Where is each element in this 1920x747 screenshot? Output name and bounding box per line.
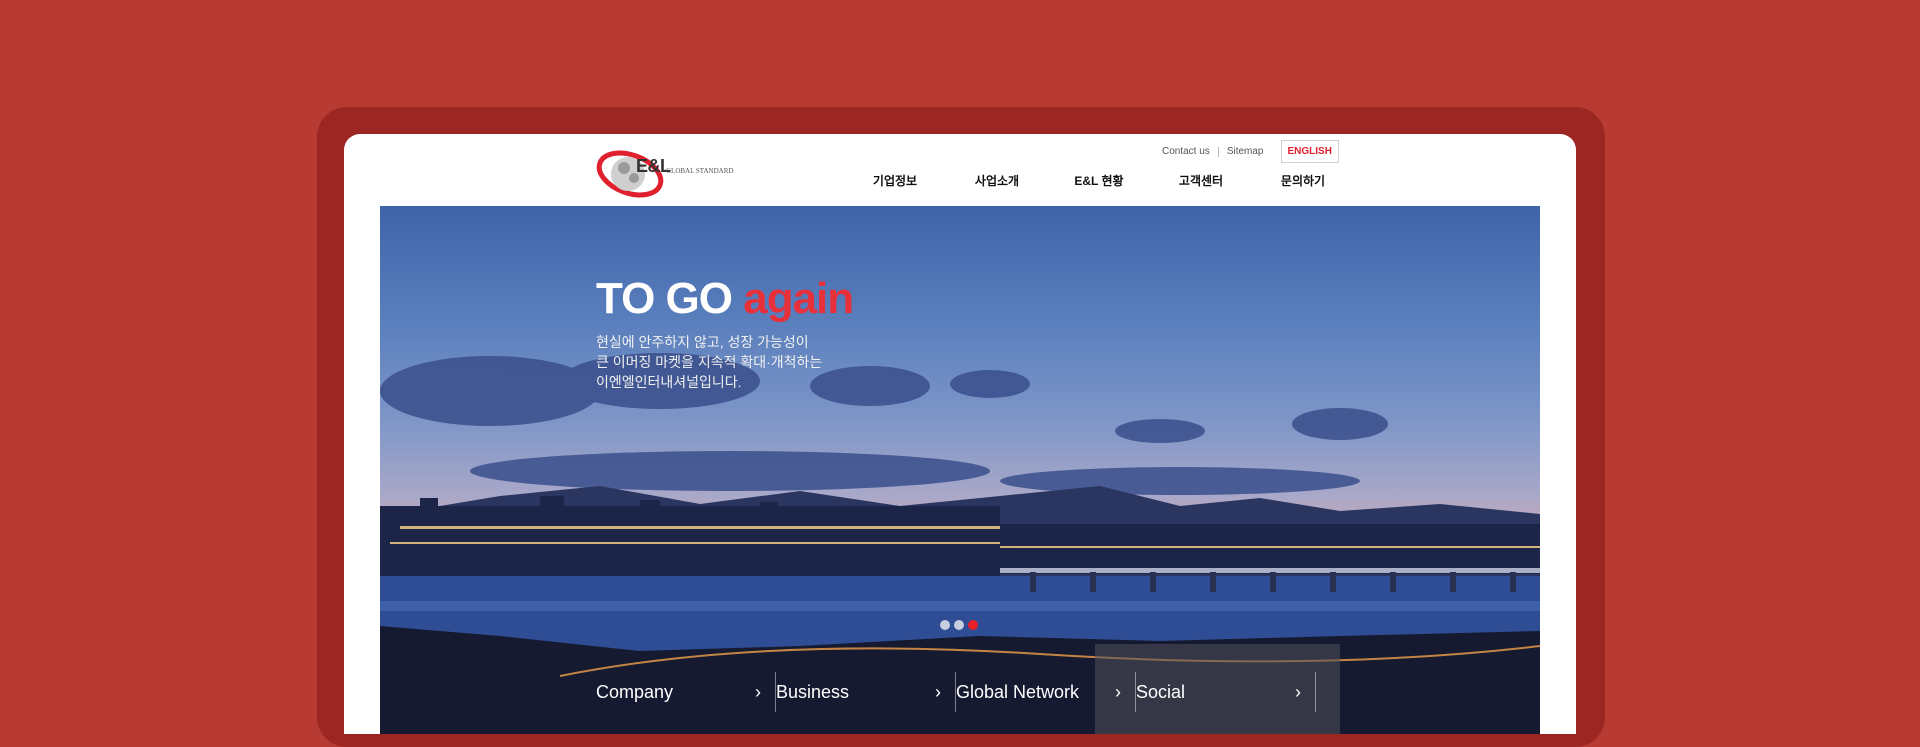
quick-link-label: Company <box>596 681 674 702</box>
quick-links: Company › Business › Global Network › So… <box>596 672 1316 712</box>
hero-desc-line: 큰 이머징 마켓을 지속적 확대·개척하는 <box>596 354 823 370</box>
hero-banner: TO GO again 현실에 안주하지 않고, 성장 가능성이 큰 이머징 마… <box>380 206 1540 734</box>
main-nav: 기업정보 사업소개 E&L 현황 고객센터 문의하기 <box>844 172 1354 189</box>
quick-link-social[interactable]: Social › <box>1136 672 1316 712</box>
nav-status[interactable]: E&L 현황 <box>1048 172 1150 189</box>
sitemap-link[interactable]: Sitemap <box>1227 146 1264 157</box>
utility-links: Contact us Sitemap ENGLISH <box>1162 140 1339 163</box>
city-skyline-image <box>380 353 1540 734</box>
logo-subtitle: GLOBAL STANDARD <box>666 167 734 175</box>
hero-title-main: TO GO <box>596 274 733 323</box>
hero-title: TO GO again <box>596 274 854 324</box>
quick-link-business[interactable]: Business › <box>776 672 956 712</box>
quick-link-label: Social <box>1136 681 1186 702</box>
hero-desc-line: 이엔엘인터내셔널입니다. <box>596 374 742 390</box>
hero-description: 현실에 안주하지 않고, 성장 가능성이 큰 이머징 마켓을 지속적 확대·개척… <box>596 332 822 392</box>
quick-link-global-network[interactable]: Global Network › <box>956 672 1136 712</box>
chevron-right-icon: › <box>1295 681 1301 702</box>
quick-link-label: Business <box>776 681 850 702</box>
nav-inquiry[interactable]: 문의하기 <box>1252 172 1354 189</box>
browser-screen: E&L GLOBAL STANDARD Contact us Sitemap E… <box>344 134 1576 734</box>
quick-link-company[interactable]: Company › <box>596 672 776 712</box>
contact-link[interactable]: Contact us <box>1162 146 1210 157</box>
hero-desc-line: 현실에 안주하지 않고, 성장 가능성이 <box>596 334 809 350</box>
slide-dot-2[interactable] <box>954 620 964 630</box>
nav-business[interactable]: 사업소개 <box>946 172 1048 189</box>
divider <box>1217 146 1219 157</box>
nav-company-info[interactable]: 기업정보 <box>844 172 946 189</box>
slide-dot-1[interactable] <box>940 620 950 630</box>
site-logo[interactable]: E&L GLOBAL STANDARD <box>596 144 736 202</box>
english-button[interactable]: ENGLISH <box>1280 140 1339 163</box>
hero-title-accent: again <box>743 274 854 323</box>
quick-link-label: Global Network <box>956 681 1080 702</box>
slide-pagination <box>940 620 978 630</box>
nav-customer-center[interactable]: 고객센터 <box>1150 172 1252 189</box>
slide-dot-3[interactable] <box>968 620 978 630</box>
